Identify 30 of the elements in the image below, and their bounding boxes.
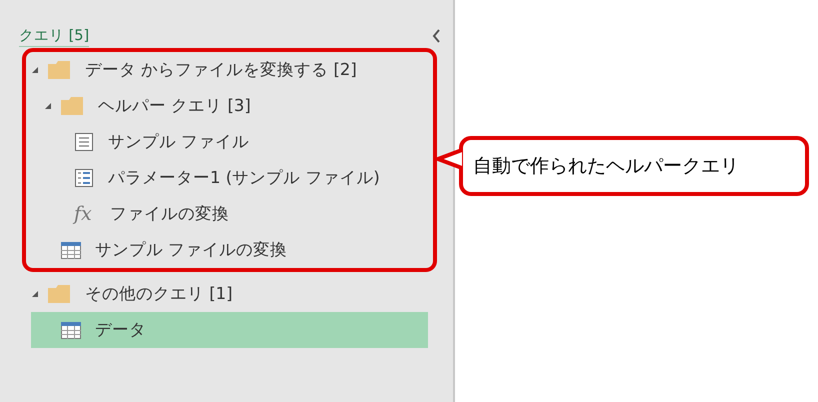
tree-item[interactable]: サンプル ファイル xyxy=(31,124,428,160)
collapse-icon[interactable] xyxy=(432,29,441,43)
item-label: ファイルの変換 xyxy=(110,202,229,225)
expand-caret-icon[interactable] xyxy=(31,66,39,74)
tree-item[interactable]: その他のクエリ [1] xyxy=(31,276,428,312)
callout-bubble: 自動で作られたヘルパークエリ xyxy=(459,136,809,196)
expand-caret-icon[interactable] xyxy=(44,102,52,110)
folder-icon xyxy=(61,97,83,115)
item-label: データ xyxy=(95,318,146,341)
folder-icon xyxy=(48,285,70,303)
tree-item[interactable]: データ xyxy=(31,312,428,348)
tree-item[interactable]: ヘルパー クエリ [3] xyxy=(31,88,428,124)
tree-item[interactable]: fx ファイルの変換 xyxy=(31,196,428,232)
tree-item[interactable]: サンプル ファイルの変換 xyxy=(31,232,428,268)
tree-item[interactable]: データ からファイルを変換する [2] xyxy=(31,52,428,88)
item-label: サンプル ファイル xyxy=(108,130,250,153)
pane-title: クエリ [5] xyxy=(19,26,90,46)
item-label: ヘルパー クエリ [3] xyxy=(98,94,251,117)
item-label: サンプル ファイルの変換 xyxy=(95,238,288,261)
tree-item[interactable]: パラメーター1 (サンプル ファイル) xyxy=(31,160,428,196)
parameter-icon xyxy=(74,168,94,188)
item-label: その他のクエリ [1] xyxy=(85,282,233,305)
document-icon xyxy=(74,132,94,152)
folder-icon xyxy=(48,61,70,79)
table-icon xyxy=(61,242,81,258)
item-label: データ からファイルを変換する [2] xyxy=(85,58,357,81)
function-icon: fx xyxy=(74,204,96,224)
expand-caret-icon[interactable] xyxy=(31,290,39,298)
table-icon xyxy=(61,322,81,338)
item-label: パラメーター1 (サンプル ファイル) xyxy=(108,166,380,189)
